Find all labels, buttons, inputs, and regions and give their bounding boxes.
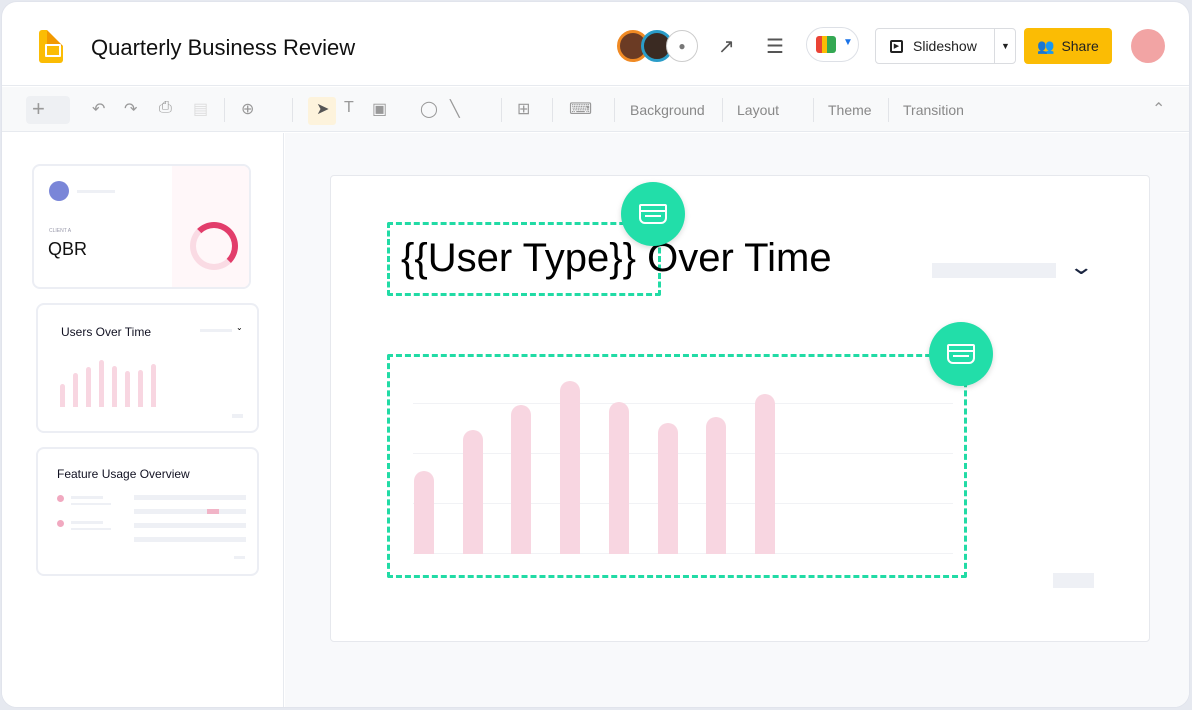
keyboard-icon[interactable]: ⌨ [569,99,592,119]
slide-thumbnail-2[interactable]: Users Over Time ⌄ [36,303,259,433]
gridline [413,453,953,454]
undo-icon[interactable]: ↶ [92,99,105,119]
mini-chart-bar [151,363,156,407]
people-icon: 👥 [1037,37,1055,54]
chevron-down-icon[interactable]: ⌄ [1068,254,1094,280]
mini-chart-bar [125,371,130,407]
mini-chart-bar [60,384,65,407]
mini-chart-bar [112,365,117,407]
slides-logo-icon[interactable] [39,30,63,63]
gridline [413,553,953,554]
header: Quarterly Business Review ● ↗ ☰ ▼ ▶ Slid… [2,2,1189,86]
activity-trend-icon[interactable]: ↗ [718,34,735,59]
paint-format-icon[interactable]: ▤ [193,99,208,119]
slide-title[interactable]: {{User Type}} Over Time [401,236,832,281]
gridline [413,403,953,404]
chart-bar [608,402,629,554]
avatar [49,181,69,201]
slideshow-dropdown-icon[interactable]: ▼ [994,29,1016,63]
slide[interactable]: {{User Type}} Over Time ⌄ [330,175,1150,642]
thumb-eyebrow: CLIENT A [49,228,72,234]
more-collaborators-icon[interactable]: ● [666,30,698,62]
collapse-toolbar-icon[interactable]: ⌃ [1152,99,1165,119]
data-source-badge[interactable] [621,182,685,246]
meet-icon [816,36,836,53]
slide-canvas: {{User Type}} Over Time ⌄ [285,133,1189,707]
document-title[interactable]: Quarterly Business Review [91,35,355,61]
dropdown-placeholder[interactable] [932,263,1056,278]
shape-icon[interactable]: ◯ [420,99,438,119]
thumb-title: Feature Usage Overview [57,467,190,481]
chart-bar [706,417,727,554]
chevron-down-icon: ▼ [843,37,853,48]
gridline [413,503,953,504]
slide-filmstrip: CLIENT A QBR Users Over Time ⌄ Feature U… [2,133,284,707]
chart-bar [511,405,532,554]
user-type-placeholder: {{User Type}} [401,236,636,280]
share-label: Share [1061,38,1099,54]
chart-bar [462,430,483,554]
thumb-title: Users Over Time [61,325,152,339]
chart-bar [657,423,678,554]
slideshow-label: Slideshow [913,38,977,54]
mini-chart-bar [138,369,143,407]
slide-thumbnail-1[interactable]: CLIENT A QBR [32,164,251,289]
background-button[interactable]: Background [630,102,705,118]
thumb-title: QBR [48,239,88,259]
redo-icon[interactable]: ↷ [124,99,137,119]
play-icon: ▶ [890,39,903,53]
comment-add-icon[interactable]: ⊞ [517,99,530,119]
slide-thumbnail-3[interactable]: Feature Usage Overview [36,447,259,576]
text-box-icon[interactable]: T [344,99,354,117]
layout-button[interactable]: Layout [737,102,779,118]
mini-chart-bar [86,366,91,407]
data-source-badge[interactable] [929,322,993,386]
app-window: Quarterly Business Review ● ↗ ☰ ▼ ▶ Slid… [1,1,1190,708]
share-button[interactable]: 👥 Share [1024,28,1112,64]
zoom-icon[interactable]: ⊕ [241,99,254,119]
print-icon[interactable]: ⎙ [159,99,172,117]
mini-chart-bar [99,360,104,407]
theme-button[interactable]: Theme [828,102,872,118]
chart-bar [754,394,775,554]
chart-bar [414,471,434,554]
transition-button[interactable]: Transition [903,102,964,118]
user-avatar[interactable] [1131,29,1165,63]
legend-placeholder [1053,573,1094,588]
database-icon [639,204,667,224]
comments-icon[interactable]: ☰ [766,34,784,59]
chart-bar [560,381,581,554]
chevron-down-icon: ⌄ [236,323,243,332]
toolbar: + ↶ ↷ ⎙ ▤ ⊕ ➤ T ▣ ◯ ╲ ⊞ ⌨ Background Lay… [2,87,1189,132]
meet-button[interactable]: ▼ [806,27,859,62]
select-cursor-icon[interactable]: ➤ [316,99,329,119]
image-icon[interactable]: ▣ [372,99,387,119]
mini-chart-bar [73,373,78,407]
slideshow-button[interactable]: ▶ Slideshow ▼ [875,28,1016,64]
donut-chart [190,222,238,270]
database-icon [947,344,975,364]
new-slide-icon[interactable]: + [32,96,45,122]
line-icon[interactable]: ╲ [450,99,460,119]
